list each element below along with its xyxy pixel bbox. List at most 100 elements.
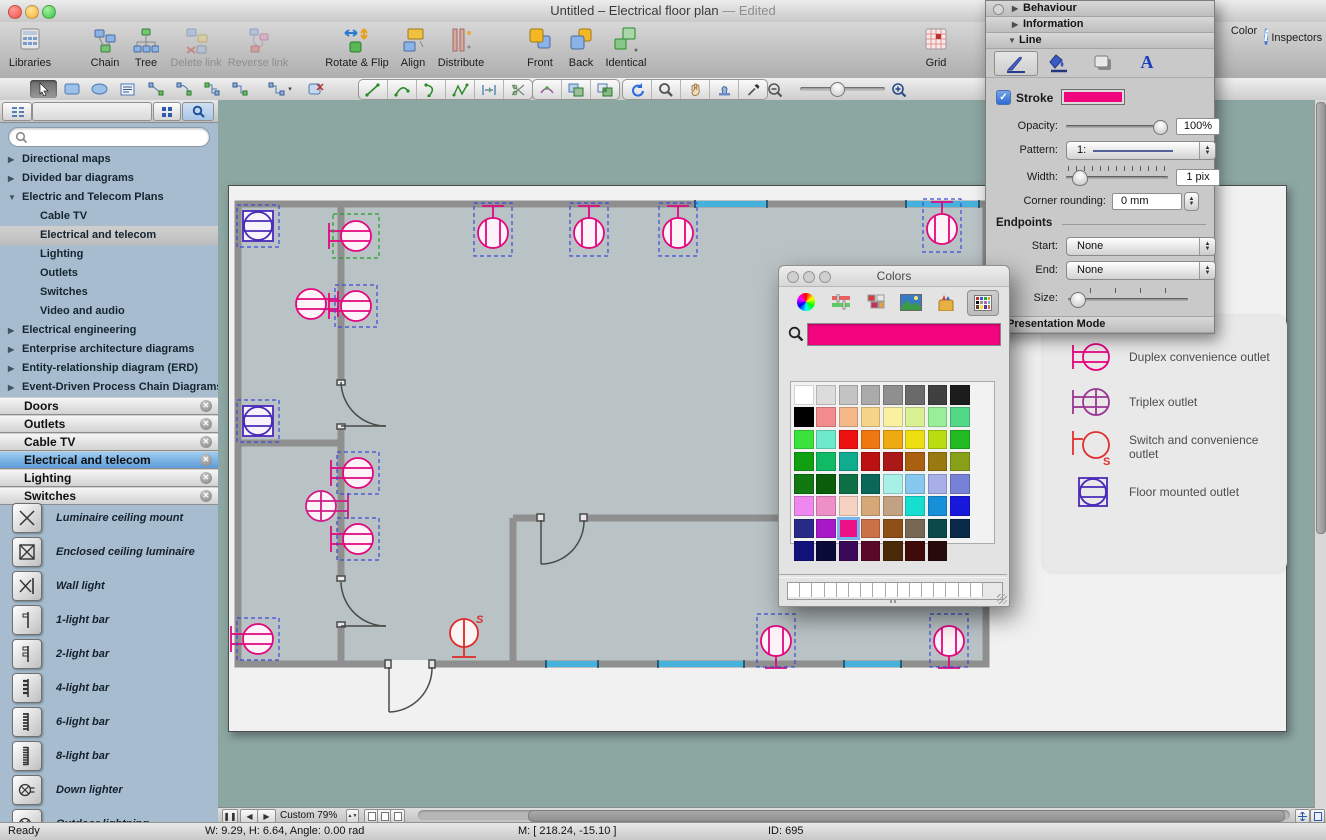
refresh-tool-button[interactable] (623, 80, 652, 99)
palette-swatch[interactable] (861, 496, 881, 516)
palette-swatch[interactable] (861, 541, 881, 561)
recent-color-swatch[interactable] (971, 583, 983, 597)
floor-outlet-symbol[interactable] (243, 211, 273, 241)
tree-item-enterprise-architecture[interactable]: ▶Enterprise architecture diagrams (0, 340, 218, 359)
palette-swatch[interactable] (883, 496, 903, 516)
presentation-mode-header[interactable]: ▶ Presentation Mode (986, 316, 1214, 333)
palette-swatch[interactable] (905, 407, 925, 427)
palette-swatch[interactable] (928, 519, 948, 539)
palette-swatch[interactable] (883, 519, 903, 539)
close-icon[interactable] (200, 436, 212, 448)
color-button[interactable]: Color (1222, 25, 1266, 37)
libraries-button[interactable]: Libraries (2, 25, 58, 69)
palette-swatch[interactable] (861, 407, 881, 427)
close-window-button[interactable] (787, 271, 799, 283)
recent-color-swatch[interactable] (934, 583, 946, 597)
recent-color-swatch[interactable] (861, 583, 873, 597)
palette-swatch[interactable] (950, 385, 970, 405)
page-mode-button[interactable] (1310, 809, 1325, 823)
tree-button[interactable]: Tree (128, 25, 164, 69)
section-electrical-and-telecom[interactable]: Electrical and telecom (0, 451, 218, 469)
color-sliders-mode-button[interactable] (826, 290, 856, 314)
pan-hand-tool-button[interactable] (681, 80, 710, 99)
close-window-button[interactable] (8, 5, 22, 19)
palette-swatch[interactable] (883, 407, 903, 427)
polyline-tool-button[interactable] (446, 80, 475, 99)
horizontal-scrollbar[interactable] (418, 810, 1290, 820)
symbol-4-light-bar[interactable]: 4-light bar (0, 671, 218, 705)
recent-color-swatch[interactable] (837, 583, 849, 597)
palette-swatch[interactable] (816, 541, 836, 561)
palette-swatch[interactable] (839, 474, 859, 494)
palette-swatch[interactable] (861, 430, 881, 450)
current-color-bar[interactable] (807, 323, 1001, 346)
rectangle-tool-button[interactable] (58, 80, 85, 98)
section-outlets[interactable]: Outlets (0, 415, 218, 433)
delete-shape-tool-button[interactable] (302, 80, 329, 98)
size-slider[interactable] (1068, 298, 1188, 301)
pause-button[interactable]: ❚❚ (222, 809, 238, 823)
palette-swatch[interactable] (839, 430, 859, 450)
chain-button[interactable]: Chain (81, 25, 129, 69)
palette-swatch[interactable] (816, 430, 836, 450)
recent-color-swatch[interactable] (886, 583, 898, 597)
palette-swatch[interactable] (816, 452, 836, 472)
palette-swatch[interactable] (794, 385, 814, 405)
palette-swatch[interactable] (950, 452, 970, 472)
palette-swatch[interactable] (794, 407, 814, 427)
palette-swatch[interactable] (905, 385, 925, 405)
recent-color-swatch[interactable] (959, 583, 971, 597)
tree-item-electric-telecom-plans[interactable]: ▼Electric and Telecom Plans (0, 188, 218, 207)
palette-swatch[interactable] (950, 519, 970, 539)
tree-item-lighting[interactable]: Lighting (0, 245, 218, 264)
tree-item-outlets[interactable]: Outlets (0, 264, 218, 283)
image-palettes-mode-button[interactable] (896, 290, 926, 314)
next-page-button[interactable]: ▶ (257, 809, 276, 823)
crayons-mode-button[interactable] (931, 290, 961, 314)
section-doors[interactable]: Doors (0, 397, 218, 415)
recent-color-swatch[interactable] (849, 583, 861, 597)
palette-swatch[interactable] (839, 452, 859, 472)
palette-swatch[interactable] (928, 430, 948, 450)
identical-button[interactable]: Identical (600, 25, 652, 69)
palette-swatch[interactable] (839, 385, 859, 405)
recent-color-swatch[interactable] (898, 583, 910, 597)
width-value-field[interactable]: 1 pix (1176, 169, 1220, 186)
zoom-tool-button[interactable] (652, 80, 681, 99)
tree-item-video-and-audio[interactable]: Video and audio (0, 302, 218, 321)
tree-item-switches[interactable]: Switches (0, 283, 218, 302)
palette-swatch[interactable] (905, 474, 925, 494)
arc-tool-button[interactable] (417, 80, 446, 99)
symbol-8-light-bar[interactable]: 8-light bar (0, 739, 218, 773)
palette-swatch[interactable] (905, 452, 925, 472)
palette-swatch[interactable] (905, 519, 925, 539)
stroke-checkbox[interactable]: ✓ (996, 90, 1011, 105)
pattern-dropdown[interactable]: 1: ▲▼ (1066, 141, 1216, 160)
symbol-wall-light[interactable]: Wall light (0, 569, 218, 603)
palette-swatch[interactable] (816, 385, 836, 405)
palette-swatch[interactable] (883, 474, 903, 494)
symbol-enclosed-ceiling-luminaire[interactable]: Enclosed ceiling luminaire (0, 535, 218, 569)
color-palettes-mode-button[interactable] (861, 290, 891, 314)
palette-swatch[interactable] (883, 430, 903, 450)
recent-color-swatch[interactable] (825, 583, 837, 597)
elbow-connector-tool-button[interactable] (226, 80, 253, 98)
subtract-tool-button[interactable] (591, 80, 619, 99)
horizontal-scrollbar-thumb[interactable] (528, 810, 1285, 822)
stroke-color-well[interactable] (1061, 89, 1125, 105)
symbol-outdoor-lightning[interactable]: s Outdoor lightning (0, 807, 218, 823)
palette-swatch[interactable] (839, 496, 859, 516)
curve-tool-button[interactable] (388, 80, 417, 99)
zoom-level-select[interactable]: Custom 79% (280, 810, 337, 821)
palette-swatch[interactable] (928, 452, 948, 472)
palette-swatch[interactable] (816, 496, 836, 516)
minimize-window-button[interactable] (803, 271, 815, 283)
close-icon[interactable] (200, 400, 212, 412)
palette-swatch[interactable] (794, 430, 814, 450)
inspectors-button[interactable]: i Inspectors (1262, 25, 1324, 48)
palette-swatch[interactable] (861, 474, 881, 494)
palette-swatch[interactable] (883, 541, 903, 561)
palette-close-icon[interactable] (993, 4, 1004, 15)
library-search-button[interactable] (182, 102, 214, 121)
zoom-stepper[interactable]: ▲▼ (346, 809, 359, 823)
